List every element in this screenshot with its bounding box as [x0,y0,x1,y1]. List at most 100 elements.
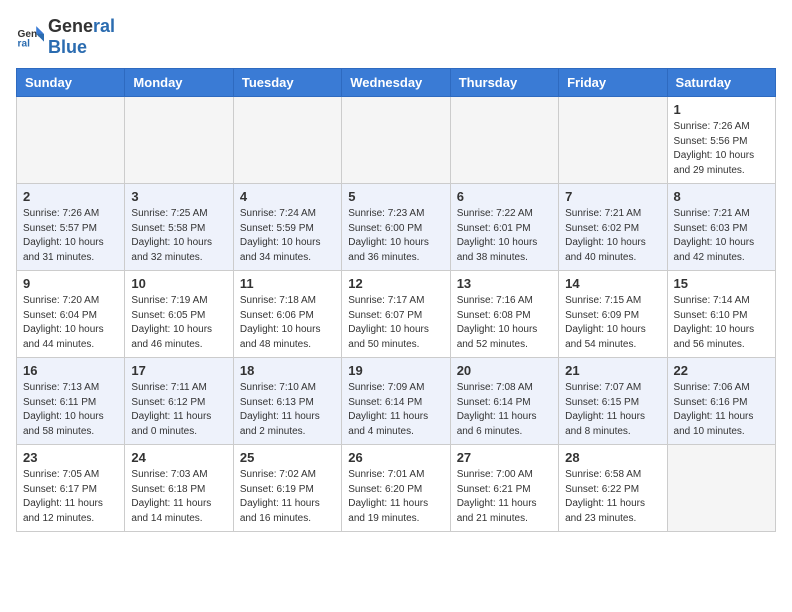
calendar-cell: 4Sunrise: 7:24 AM Sunset: 5:59 PM Daylig… [233,184,341,271]
day-info: Sunrise: 7:19 AM Sunset: 6:05 PM Dayligh… [131,294,226,352]
day-info: Sunrise: 7:13 AM Sunset: 6:11 PM Dayligh… [23,381,118,439]
calendar-cell: 6 Sunrise: 7:22 AM Sunset: 6:01 PM Daylig… [450,184,558,271]
day-number: 17 [131,363,226,378]
day-info: Sunrise: 6:58 AM Sunset: 6:22 PM Dayligh… [565,468,660,526]
day-number: 3 [131,189,226,204]
calendar-cell: 27 Sunrise: 7:00 AM Sunset: 6:21 PM Dayli… [450,445,558,532]
calendar-cell: 24 Sunrise: 7:03 AM Sunset: 6:18 PM Dayli… [125,445,233,532]
calendar-cell [125,97,233,184]
weekday-header-friday: Friday [559,69,667,97]
day-number: 27 [457,450,552,465]
calendar-cell: 11 Sunrise: 7:18 AM Sunset: 6:06 PM Dayli… [233,271,341,358]
weekday-header-thursday: Thursday [450,69,558,97]
day-info: Sunrise: 7:21 AM Sunset: 6:03 PM Dayligh… [674,207,769,265]
day-number: 22 [674,363,769,378]
logo-icon: Gene ral [16,23,44,51]
day-number: 9 [23,276,118,291]
day-number: 24 [131,450,226,465]
day-number: 23 [23,450,118,465]
calendar-cell: 1 Sunrise: 7:26 AM Sunset: 5:56 PM Daylig… [667,97,775,184]
calendar-cell: 5 Sunrise: 7:23 AM Sunset: 6:00 PM Daylig… [342,184,450,271]
day-info: Sunrise: 7:26 AM Sunset: 5:56 PM Dayligh… [674,120,769,178]
day-info: Sunrise: 7:08 AM Sunset: 6:14 PM Dayligh… [457,381,552,439]
day-number: 13 [457,276,552,291]
calendar-cell: 28 Sunrise: 6:58 AM Sunset: 6:22 PM Dayli… [559,445,667,532]
weekday-header-sunday: Sunday [17,69,125,97]
day-info: Sunrise: 7:23 AM Sunset: 6:00 PM Dayligh… [348,207,443,265]
calendar-cell: 19 Sunrise: 7:09 AM Sunset: 6:14 PM Dayli… [342,358,450,445]
day-info: Sunrise: 7:10 AM Sunset: 6:13 PM Dayligh… [240,381,335,439]
calendar-cell: 13Sunrise: 7:16 AM Sunset: 6:08 PM Dayli… [450,271,558,358]
calendar-cell: 20 Sunrise: 7:08 AM Sunset: 6:14 PM Dayli… [450,358,558,445]
day-number: 16 [23,363,118,378]
svg-text:ral: ral [18,38,31,49]
calendar-cell: 8 Sunrise: 7:21 AM Sunset: 6:03 PM Daylig… [667,184,775,271]
day-number: 8 [674,189,769,204]
day-info: Sunrise: 7:20 AM Sunset: 6:04 PM Dayligh… [23,294,118,352]
day-info: Sunrise: 7:18 AM Sunset: 6:06 PM Dayligh… [240,294,335,352]
logo: Gene ral General Blue [16,16,115,58]
day-info: Sunrise: 7:22 AM Sunset: 6:01 PM Dayligh… [457,207,552,265]
calendar-cell [667,445,775,532]
calendar-cell: 10 Sunrise: 7:19 AM Sunset: 6:05 PM Dayli… [125,271,233,358]
day-info: Sunrise: 7:00 AM Sunset: 6:21 PM Dayligh… [457,468,552,526]
day-number: 2 [23,189,118,204]
day-number: 5 [348,189,443,204]
weekday-header-monday: Monday [125,69,233,97]
day-info: Sunrise: 7:05 AM Sunset: 6:17 PM Dayligh… [23,468,118,526]
calendar-week-row: 1 Sunrise: 7:26 AM Sunset: 5:56 PM Daylig… [17,97,776,184]
calendar-cell: 9 Sunrise: 7:20 AM Sunset: 6:04 PM Daylig… [17,271,125,358]
day-number: 18 [240,363,335,378]
day-info: Sunrise: 7:02 AM Sunset: 6:19 PM Dayligh… [240,468,335,526]
weekday-header-tuesday: Tuesday [233,69,341,97]
day-number: 10 [131,276,226,291]
calendar-week-row: 9 Sunrise: 7:20 AM Sunset: 6:04 PM Daylig… [17,271,776,358]
calendar-cell [342,97,450,184]
calendar-cell: 18 Sunrise: 7:10 AM Sunset: 6:13 PM Dayli… [233,358,341,445]
calendar-cell [233,97,341,184]
calendar-cell: 17 Sunrise: 7:11 AM Sunset: 6:12 PM Dayli… [125,358,233,445]
calendar-cell: 22 Sunrise: 7:06 AM Sunset: 6:16 PM Dayli… [667,358,775,445]
calendar-cell [559,97,667,184]
calendar-week-row: 2 Sunrise: 7:26 AM Sunset: 5:57 PM Daylig… [17,184,776,271]
calendar-cell: 21Sunrise: 7:07 AM Sunset: 6:15 PM Dayli… [559,358,667,445]
day-number: 19 [348,363,443,378]
page-header: Gene ral General Blue [16,16,776,58]
day-number: 1 [674,102,769,117]
day-info: Sunrise: 7:09 AM Sunset: 6:14 PM Dayligh… [348,381,443,439]
day-info: Sunrise: 7:06 AM Sunset: 6:16 PM Dayligh… [674,381,769,439]
day-number: 15 [674,276,769,291]
day-info: Sunrise: 7:03 AM Sunset: 6:18 PM Dayligh… [131,468,226,526]
day-number: 20 [457,363,552,378]
calendar-cell: 16 Sunrise: 7:13 AM Sunset: 6:11 PM Dayli… [17,358,125,445]
weekday-header-row: SundayMondayTuesdayWednesdayThursdayFrid… [17,69,776,97]
calendar-cell: 15 Sunrise: 7:14 AM Sunset: 6:10 PM Dayli… [667,271,775,358]
day-info: Sunrise: 7:14 AM Sunset: 6:10 PM Dayligh… [674,294,769,352]
day-info: Sunrise: 7:01 AM Sunset: 6:20 PM Dayligh… [348,468,443,526]
day-number: 6 [457,189,552,204]
weekday-header-wednesday: Wednesday [342,69,450,97]
calendar-week-row: 23 Sunrise: 7:05 AM Sunset: 6:17 PM Dayli… [17,445,776,532]
calendar-cell: 23 Sunrise: 7:05 AM Sunset: 6:17 PM Dayli… [17,445,125,532]
calendar-cell: 26Sunrise: 7:01 AM Sunset: 6:20 PM Dayli… [342,445,450,532]
day-info: Sunrise: 7:26 AM Sunset: 5:57 PM Dayligh… [23,207,118,265]
calendar-week-row: 16 Sunrise: 7:13 AM Sunset: 6:11 PM Dayli… [17,358,776,445]
day-info: Sunrise: 7:15 AM Sunset: 6:09 PM Dayligh… [565,294,660,352]
day-number: 28 [565,450,660,465]
day-number: 4 [240,189,335,204]
logo-blue-text: ral [93,16,115,36]
logo-blue-word: Blue [48,37,87,57]
logo-general-text: Gene [48,16,93,36]
calendar-cell: 14 Sunrise: 7:15 AM Sunset: 6:09 PM Dayli… [559,271,667,358]
weekday-header-saturday: Saturday [667,69,775,97]
day-info: Sunrise: 7:07 AM Sunset: 6:15 PM Dayligh… [565,381,660,439]
day-info: Sunrise: 7:25 AM Sunset: 5:58 PM Dayligh… [131,207,226,265]
day-info: Sunrise: 7:21 AM Sunset: 6:02 PM Dayligh… [565,207,660,265]
day-number: 11 [240,276,335,291]
calendar-cell [17,97,125,184]
day-number: 7 [565,189,660,204]
day-info: Sunrise: 7:11 AM Sunset: 6:12 PM Dayligh… [131,381,226,439]
calendar-cell: 7 Sunrise: 7:21 AM Sunset: 6:02 PM Daylig… [559,184,667,271]
day-number: 14 [565,276,660,291]
day-number: 25 [240,450,335,465]
